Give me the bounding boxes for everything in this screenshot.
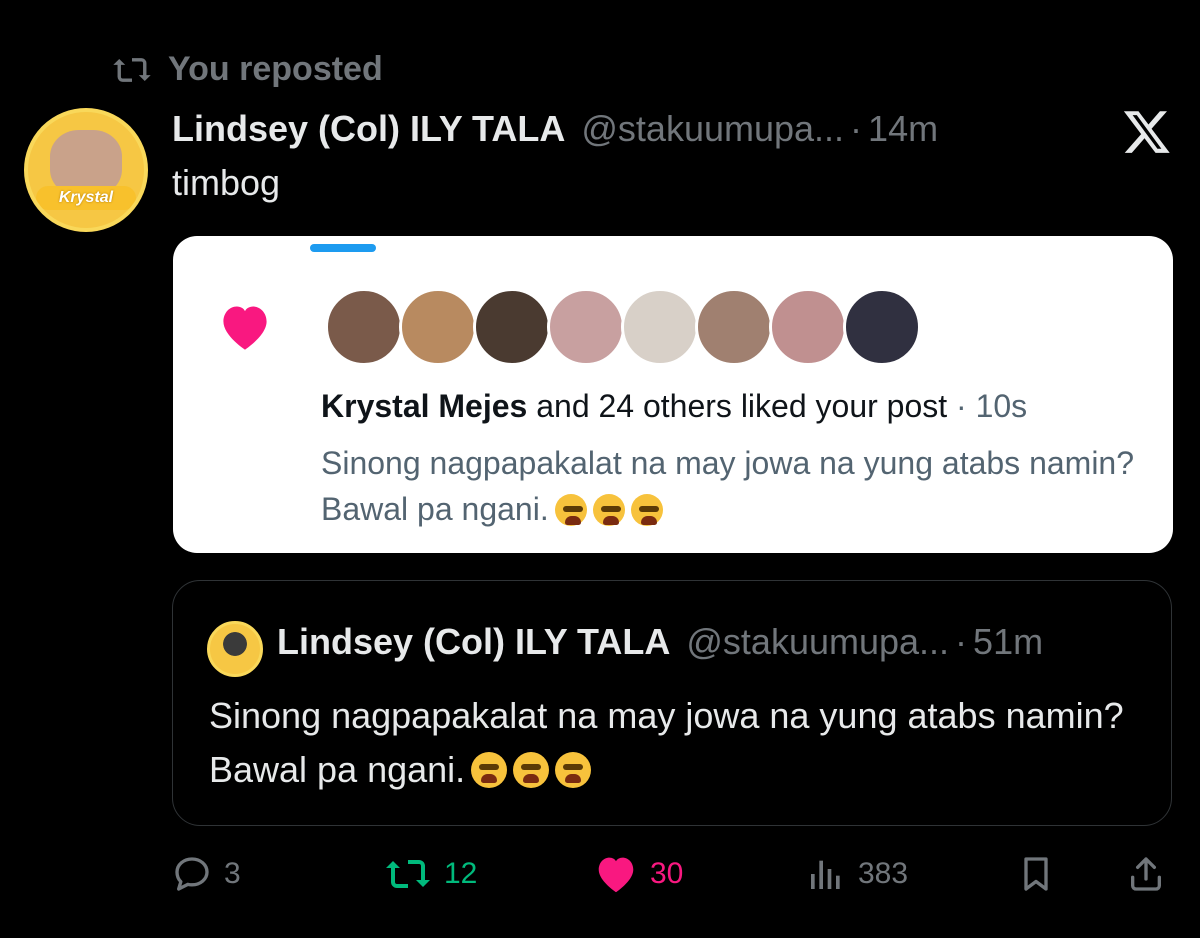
crying-face-icon <box>555 752 592 788</box>
notification-quote-text: Sinong nagpapakalat na may jowa na yung … <box>321 445 1135 527</box>
share-icon <box>1131 857 1161 891</box>
separator-dot: · <box>955 621 968 662</box>
embedded-notification-screenshot[interactable]: Krystal Mejes and 24 others liked your p… <box>173 236 1173 553</box>
reply-icon <box>175 857 209 891</box>
separator-dot: · <box>850 108 863 149</box>
views-count: 383 <box>858 857 909 890</box>
liker-avatar <box>769 288 847 366</box>
repost-icon <box>386 860 430 888</box>
repost-icon <box>113 57 151 82</box>
views-icon <box>811 860 840 889</box>
avatar-badge: Krystal <box>36 186 136 210</box>
x-logo-icon <box>1123 111 1170 153</box>
crying-face-icon <box>630 494 663 526</box>
author-handle[interactable]: @stakuumupa... <box>581 108 844 150</box>
quoted-post-time: 51m <box>973 621 1044 662</box>
crying-face-icon <box>513 752 550 788</box>
separator-dot: · <box>956 388 967 424</box>
quoted-author-name: Lindsey (Col) ILY TALA <box>277 621 671 662</box>
notification-quote: Sinong nagpapakalat na may jowa na yung … <box>321 440 1161 532</box>
notification-text: and 24 others liked your post <box>536 388 948 424</box>
liker-avatar <box>547 288 625 366</box>
quoted-post[interactable]: Lindsey (Col) ILY TALA @stakuumupa... · … <box>172 580 1172 826</box>
action-bar: 3 12 30 383 <box>172 846 1172 906</box>
crying-face-icon <box>554 494 587 526</box>
repost-indicator: You reposted <box>110 50 383 89</box>
heart-icon <box>223 306 267 350</box>
repost-count: 12 <box>444 857 478 890</box>
views-button[interactable]: 383 <box>806 854 908 894</box>
crying-face-icon <box>592 494 625 526</box>
quoted-post-header: Lindsey (Col) ILY TALA @stakuumupa... · … <box>277 621 1043 663</box>
post-header: Lindsey (Col) ILY TALA @stakuumupa... · … <box>172 108 938 150</box>
bookmark-icon <box>1024 857 1048 891</box>
share-button[interactable] <box>1126 854 1166 894</box>
liker-avatar <box>325 288 403 366</box>
liker-name: Krystal Mejes <box>321 388 528 424</box>
bookmark-button[interactable] <box>1016 854 1056 894</box>
quoted-author-handle: @stakuumupa... <box>686 621 950 662</box>
notification-time: 10s <box>975 388 1028 424</box>
reply-button[interactable]: 3 <box>172 854 241 894</box>
tab-indicator <box>310 244 376 252</box>
liker-avatars <box>325 288 921 366</box>
liker-avatar <box>473 288 551 366</box>
author-name[interactable]: Lindsey (Col) ILY TALA <box>172 108 565 150</box>
liker-avatar <box>695 288 773 366</box>
repost-label: You reposted <box>168 50 383 88</box>
liker-avatar <box>399 288 477 366</box>
author-avatar[interactable]: Krystal <box>24 108 148 232</box>
quoted-post-text: Sinong nagpapakalat na may jowa na yung … <box>209 689 1149 797</box>
liker-avatar <box>621 288 699 366</box>
liker-avatar <box>843 288 921 366</box>
heart-icon <box>598 857 634 893</box>
post-time[interactable]: 14m <box>868 108 938 150</box>
like-button[interactable]: 30 <box>594 854 683 894</box>
like-count: 30 <box>650 857 684 890</box>
quoted-author-avatar <box>207 621 263 677</box>
reply-count: 3 <box>224 857 241 890</box>
quoted-text: Sinong nagpapakalat na may jowa na yung … <box>209 695 1124 790</box>
repost-button[interactable]: 12 <box>384 854 477 894</box>
post-text: timbog <box>172 162 281 203</box>
notification-summary: Krystal Mejes and 24 others liked your p… <box>321 388 1027 425</box>
crying-face-icon <box>471 752 508 788</box>
